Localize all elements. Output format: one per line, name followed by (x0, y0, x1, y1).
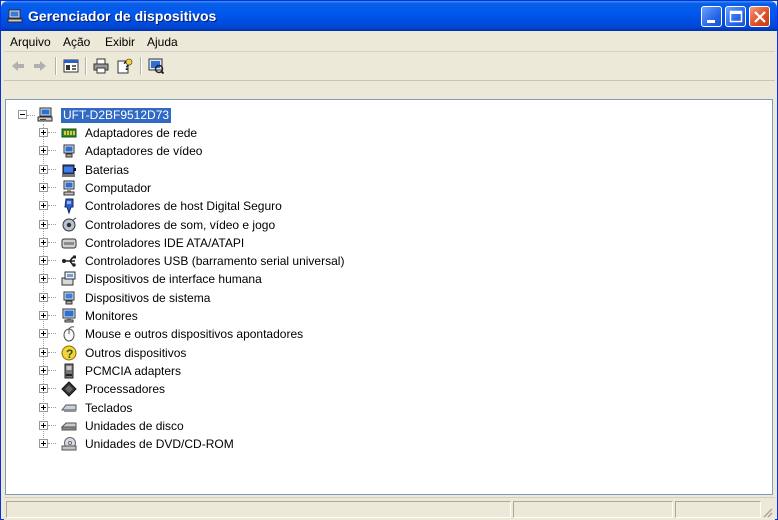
mouse-icon (63, 326, 75, 342)
monitor-icon (62, 308, 76, 323)
status-pane-middle (513, 501, 673, 518)
print-button[interactable] (90, 56, 112, 76)
title-bar[interactable]: Gerenciador de dispositivos (1, 1, 777, 31)
tree-category-item[interactable]: Adaptadores de rede (85, 126, 197, 140)
tree-category-item[interactable]: PCMCIA adapters (85, 364, 181, 378)
menu-ajuda[interactable]: Ajuda (147, 35, 178, 49)
expand-toggle[interactable] (39, 201, 48, 210)
expand-toggle[interactable] (39, 384, 48, 393)
tree-category-item[interactable]: Outros dispositivos (85, 346, 186, 360)
keyboard-icon (61, 404, 77, 412)
menu-bar: Arquivo Ação Exibir Ajuda (4, 31, 775, 52)
expand-toggle[interactable] (39, 165, 48, 174)
tree-root-computer[interactable]: UFT-D2BF9512D73 (61, 108, 172, 123)
sound-icon (62, 217, 77, 232)
device-manager-window: Gerenciador de dispositivos Arquivo Ação… (0, 0, 778, 520)
tree-category-item[interactable]: Processadores (85, 382, 165, 396)
tree-category-item[interactable]: Computador (85, 181, 151, 195)
usb-icon (62, 255, 76, 267)
tree-category-item[interactable]: Dispositivos de sistema (85, 291, 210, 305)
unknown-device-icon: ? (61, 345, 77, 361)
tree-category-item[interactable]: Controladores USB (barramento serial uni… (85, 254, 344, 268)
help-button[interactable]: ? (114, 56, 136, 76)
expand-toggle[interactable] (39, 311, 48, 320)
expand-toggle[interactable] (39, 421, 48, 430)
expand-toggle[interactable] (39, 128, 48, 137)
svg-text:?: ? (66, 347, 73, 361)
tree-category-item[interactable]: Controladores IDE ATA/ATAPI (85, 236, 244, 250)
menu-acao[interactable]: Ação (63, 35, 90, 49)
properties-button[interactable] (60, 56, 82, 76)
tree-category-item[interactable]: Controladores de som, vídeo e jogo (85, 218, 275, 232)
tree-category-item[interactable]: Teclados (85, 401, 132, 415)
expand-toggle[interactable] (39, 329, 48, 338)
tree-category-item[interactable]: Unidades de disco (85, 419, 184, 433)
expand-toggle[interactable] (39, 366, 48, 375)
properties-icon (63, 59, 79, 73)
expand-toggle[interactable] (39, 403, 48, 412)
pcmcia-icon (64, 363, 74, 379)
maximize-button[interactable] (725, 6, 746, 27)
tree-category-item[interactable]: Baterias (85, 163, 129, 177)
device-manager-icon (7, 9, 23, 23)
display-adapter-icon (63, 144, 75, 158)
network-adapter-icon (61, 128, 77, 138)
ide-controller-icon (61, 238, 77, 249)
expand-toggle[interactable] (39, 439, 48, 448)
minimize-icon (707, 20, 715, 23)
expand-toggle[interactable] (39, 348, 48, 357)
help-icon: ? (117, 58, 133, 74)
forward-button[interactable] (29, 56, 51, 76)
disk-drive-icon (61, 422, 77, 431)
expand-toggle[interactable] (39, 274, 48, 283)
back-button[interactable] (7, 56, 29, 76)
window-title: Gerenciador de dispositivos (28, 8, 217, 24)
tree-category-item[interactable]: Dispositivos de interface humana (85, 272, 262, 286)
minimize-button[interactable] (701, 6, 722, 27)
tree-category-item[interactable]: Adaptadores de vídeo (85, 144, 202, 158)
root-collapse-toggle[interactable] (18, 110, 27, 119)
toolbar: ? (4, 52, 775, 81)
forward-arrow-icon (34, 61, 46, 71)
battery-icon (62, 164, 76, 177)
tree-category-item[interactable]: Unidades de DVD/CD-ROM (85, 437, 234, 451)
scan-hardware-button[interactable] (145, 56, 167, 76)
tree-category-item[interactable]: Controladores de host Digital Seguro (85, 199, 282, 213)
status-pane-right (675, 501, 761, 518)
maximize-icon (729, 10, 743, 23)
expand-toggle[interactable] (39, 183, 48, 192)
close-button[interactable] (749, 6, 770, 27)
back-arrow-icon (12, 61, 24, 71)
print-icon (93, 58, 109, 74)
tree-category-item[interactable]: Monitores (85, 309, 138, 323)
hid-icon (61, 271, 76, 286)
computer-icon (63, 180, 75, 196)
scan-hardware-icon (148, 58, 164, 74)
expand-toggle[interactable] (39, 238, 48, 247)
expand-toggle[interactable] (39, 293, 48, 302)
menu-arquivo[interactable]: Arquivo (10, 35, 51, 49)
dvd-drive-icon (61, 437, 77, 451)
sd-host-icon (64, 198, 74, 214)
close-icon (754, 11, 766, 23)
system-device-icon (63, 291, 75, 305)
computer-icon (37, 107, 53, 122)
menu-exibir[interactable]: Exibir (105, 35, 135, 49)
expand-toggle[interactable] (39, 220, 48, 229)
status-pane-main (6, 501, 511, 518)
processor-icon (61, 381, 77, 397)
status-bar (4, 497, 775, 520)
resize-grip-icon[interactable] (761, 506, 773, 518)
expand-toggle[interactable] (39, 256, 48, 265)
tree-category-item[interactable]: Mouse e outros dispositivos apontadores (85, 327, 303, 341)
expand-toggle[interactable] (39, 146, 48, 155)
